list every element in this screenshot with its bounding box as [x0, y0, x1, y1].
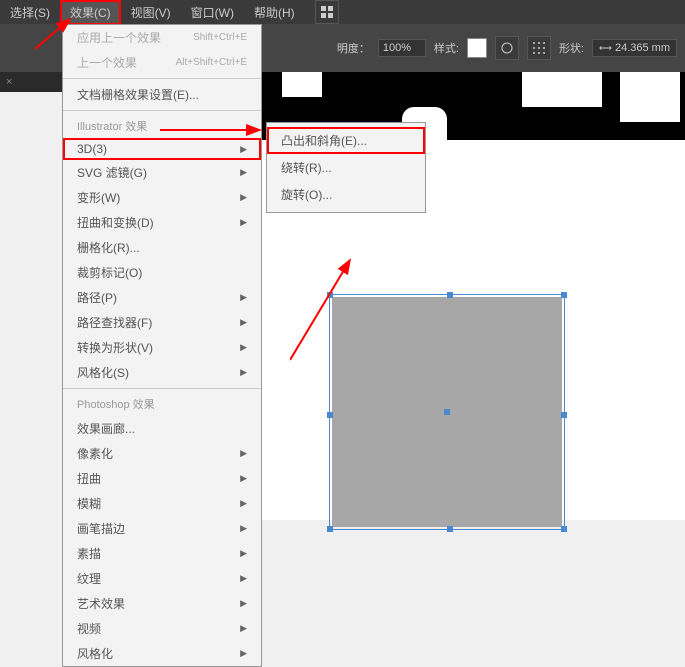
style-label: 样式:: [434, 40, 459, 56]
menu-separator: [63, 78, 261, 79]
menu-texture[interactable]: 纹理: [63, 566, 261, 591]
menu-stylize[interactable]: 风格化(S): [63, 360, 261, 385]
menu-transform[interactable]: 变形(W): [63, 185, 261, 210]
center-handle[interactable]: [444, 409, 450, 415]
menu-window[interactable]: 窗口(W): [181, 0, 244, 25]
3d-submenu: 凸出和斜角(E)... 绕转(R)... 旋转(O)...: [266, 122, 426, 213]
menu-artistic[interactable]: 艺术效果: [63, 591, 261, 616]
menu-svg-filter[interactable]: SVG 滤镜(G): [63, 160, 261, 185]
submenu-rotate[interactable]: 旋转(O)...: [267, 181, 425, 208]
grid-icon[interactable]: [527, 36, 551, 60]
shape-value[interactable]: ⟷ 24.365 mm: [592, 39, 677, 57]
menu-pathfinder[interactable]: 路径查找器(F): [63, 310, 261, 335]
opacity-input[interactable]: [378, 39, 426, 57]
menu-last-effect: 上一个效果Alt+Shift+Ctrl+E: [63, 50, 261, 75]
menu-crop-marks[interactable]: 裁剪标记(O): [63, 260, 261, 285]
menu-distort2[interactable]: 扭曲: [63, 466, 261, 491]
menu-path[interactable]: 路径(P): [63, 285, 261, 310]
menu-rasterize[interactable]: 栅格化(R)...: [63, 235, 261, 260]
menu-separator: [63, 388, 261, 389]
photoshop-heading: Photoshop 效果: [63, 392, 261, 416]
menu-select[interactable]: 选择(S): [0, 0, 60, 25]
menubar: 选择(S) 效果(C) 视图(V) 窗口(W) 帮助(H): [0, 0, 685, 24]
shape-label: 形状:: [559, 40, 584, 56]
menu-effect[interactable]: 效果(C): [60, 0, 121, 25]
opacity-label: 明度：: [337, 40, 370, 56]
menu-gallery[interactable]: 效果画廊...: [63, 416, 261, 441]
panel-icon[interactable]: [315, 0, 339, 24]
menu-sketch[interactable]: 素描: [63, 541, 261, 566]
menu-distort[interactable]: 扭曲和变换(D): [63, 210, 261, 235]
menu-view[interactable]: 视图(V): [121, 0, 181, 25]
menu-video[interactable]: 视频: [63, 616, 261, 641]
menu-blur[interactable]: 模糊: [63, 491, 261, 516]
menu-stylize2[interactable]: 风格化: [63, 641, 261, 666]
selected-rectangle[interactable]: [332, 297, 562, 527]
tab-close[interactable]: ×: [6, 76, 12, 88]
align-icon[interactable]: [495, 36, 519, 60]
style-swatch[interactable]: [467, 38, 487, 58]
effect-menu: 应用上一个效果Shift+Ctrl+E 上一个效果Alt+Shift+Ctrl+…: [62, 24, 262, 667]
submenu-revolve[interactable]: 绕转(R)...: [267, 154, 425, 181]
menu-help[interactable]: 帮助(H): [244, 0, 305, 25]
submenu-extrude[interactable]: 凸出和斜角(E)...: [267, 127, 425, 154]
menu-apply-last: 应用上一个效果Shift+Ctrl+E: [63, 25, 261, 50]
menu-doc-raster[interactable]: 文档栅格效果设置(E)...: [63, 82, 261, 107]
menu-separator: [63, 110, 261, 111]
menu-convert-shape[interactable]: 转换为形状(V): [63, 335, 261, 360]
illustrator-heading: Illustrator 效果: [63, 114, 261, 138]
menu-3d[interactable]: 3D(3): [63, 138, 261, 160]
menu-pixelate[interactable]: 像素化: [63, 441, 261, 466]
